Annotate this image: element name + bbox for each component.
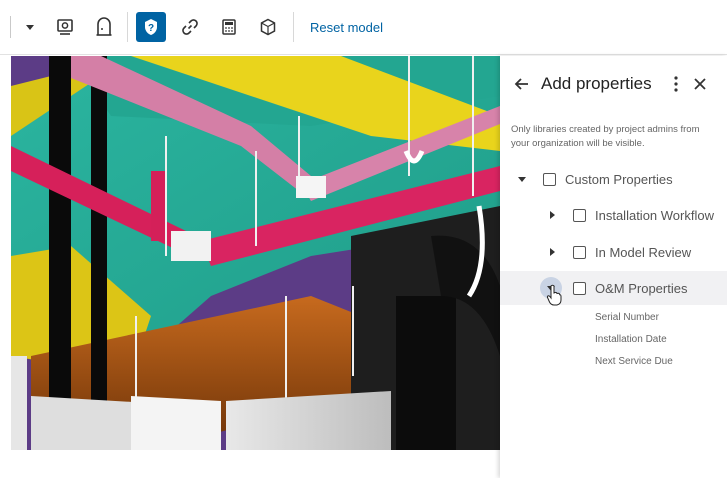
property-item-installation-date[interactable]: Installation Date xyxy=(595,334,667,345)
chevron-down-icon xyxy=(518,176,526,182)
checkbox-installation-workflow[interactable] xyxy=(573,208,586,222)
tree-label: Installation Workflow xyxy=(595,207,714,223)
black-column xyxy=(49,56,71,450)
chevron-right-icon xyxy=(549,211,555,219)
expand-toggle[interactable] xyxy=(544,207,560,223)
white-block xyxy=(11,356,27,450)
tree-row-installation-workflow[interactable]: Installation Workflow xyxy=(500,198,727,232)
cube-button[interactable] xyxy=(253,12,283,42)
chevron-down-icon xyxy=(547,285,555,291)
panel-header: Add properties xyxy=(500,56,727,112)
black-pipe xyxy=(396,296,456,450)
grey-box xyxy=(226,391,391,450)
property-item-serial-number[interactable]: Serial Number xyxy=(595,312,659,323)
model-scene xyxy=(11,56,500,450)
visibility-note: Only libraries created by project admins… xyxy=(511,124,700,149)
tree-label: O&M Properties xyxy=(595,280,688,296)
calculator-button[interactable] xyxy=(214,12,244,42)
pipe-fitting xyxy=(296,176,326,198)
panel-title: Add properties xyxy=(541,74,652,93)
chevron-right-icon xyxy=(549,248,555,256)
tree-row-in-model-review[interactable]: In Model Review xyxy=(500,235,727,269)
toolbar: ? Reset model xyxy=(0,0,727,55)
checkbox-custom-properties[interactable] xyxy=(543,172,556,186)
tree-label: In Model Review xyxy=(595,244,692,260)
link-button[interactable] xyxy=(175,12,205,42)
model-viewport[interactable] xyxy=(11,56,500,450)
toolbar-divider xyxy=(127,12,128,42)
tree-row-om-properties[interactable]: O&M Properties xyxy=(500,271,727,305)
door-button[interactable] xyxy=(89,12,119,42)
grey-box xyxy=(131,396,221,450)
cube-icon xyxy=(260,18,276,36)
expand-toggle[interactable] xyxy=(544,244,560,260)
dropdown-caret-icon[interactable] xyxy=(26,24,34,30)
screen-view-icon xyxy=(57,19,73,35)
black-column xyxy=(91,56,107,450)
expand-toggle[interactable] xyxy=(540,277,562,299)
help-icon: ? xyxy=(145,19,157,35)
link-icon xyxy=(182,19,198,35)
screen-view-button[interactable] xyxy=(50,12,80,42)
tree-label: Custom Properties xyxy=(565,171,673,187)
toolbar-divider xyxy=(293,12,294,42)
door-icon xyxy=(96,17,112,36)
magenta-pipe-riser xyxy=(151,171,165,241)
checkbox-in-model-review[interactable] xyxy=(573,245,586,259)
reset-model-button[interactable]: Reset model xyxy=(310,20,383,35)
property-item-next-service-due[interactable]: Next Service Due xyxy=(595,356,673,367)
calculator-icon xyxy=(222,19,236,35)
expand-toggle[interactable] xyxy=(514,171,530,187)
back-arrow-icon[interactable] xyxy=(513,75,531,93)
pipe-fitting xyxy=(171,231,211,261)
more-options-icon[interactable] xyxy=(671,75,681,93)
checkbox-om-properties[interactable] xyxy=(573,281,586,295)
svg-text:?: ? xyxy=(148,23,154,34)
toolbar-divider xyxy=(10,16,11,38)
close-icon[interactable] xyxy=(693,76,707,92)
help-button[interactable]: ? xyxy=(136,12,166,42)
tree-row-custom-properties[interactable]: Custom Properties xyxy=(500,162,727,196)
add-properties-panel: Add properties Only libraries created by… xyxy=(500,56,727,478)
